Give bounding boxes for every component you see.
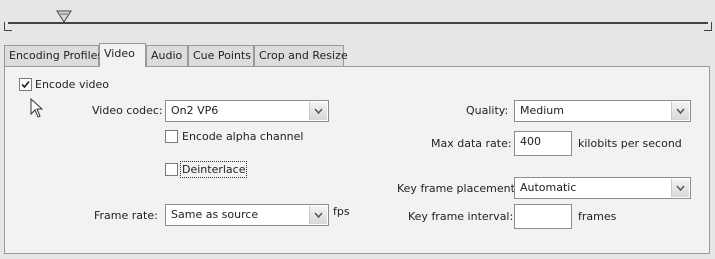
tab-audio[interactable]: Audio	[146, 45, 188, 66]
deinterlace-checkbox[interactable]	[165, 163, 178, 176]
tab-label: Video	[104, 47, 135, 60]
video-codec-dropdown[interactable]: On2 VP6	[165, 100, 329, 122]
key-frame-placement-dropdown[interactable]: Automatic	[514, 177, 691, 199]
quality-label: Quality:	[466, 104, 509, 117]
playhead-triangle-icon[interactable]	[56, 10, 72, 24]
max-data-rate-input[interactable]: 400	[514, 131, 572, 156]
chevron-down-icon[interactable]	[309, 206, 327, 224]
timeline-track	[8, 22, 708, 24]
deinterlace-label: Deinterlace	[179, 161, 248, 178]
tab-cue-points[interactable]: Cue Points	[188, 45, 254, 66]
video-settings-panel	[4, 66, 710, 254]
key-frame-placement-value: Automatic	[520, 181, 577, 194]
frame-rate-label: Frame rate:	[94, 209, 158, 222]
tab-label: Encoding Profiles	[9, 49, 104, 62]
frame-rate-dropdown[interactable]: Same as source	[165, 204, 329, 226]
out-point-marker[interactable]	[704, 22, 712, 31]
tab-label: Audio	[151, 49, 183, 62]
timeline-scrubber[interactable]	[0, 0, 715, 42]
frame-rate-value: Same as source	[171, 208, 259, 221]
tab-video[interactable]: Video	[99, 43, 146, 67]
encode-video-label: Encode video	[35, 78, 109, 91]
checkmark-icon	[21, 80, 30, 89]
tab-crop-and-resize[interactable]: Crop and Resize	[254, 45, 348, 66]
key-frame-interval-input[interactable]	[514, 204, 572, 229]
quality-dropdown[interactable]: Medium	[514, 100, 691, 122]
encode-alpha-label: Encode alpha channel	[182, 130, 304, 143]
chevron-down-icon[interactable]	[671, 102, 689, 120]
mouse-pointer-icon	[30, 97, 44, 121]
fps-unit-label: fps	[333, 205, 350, 218]
kbps-unit-label: kilobits per second	[578, 137, 682, 150]
frames-unit-label: frames	[578, 210, 617, 223]
encode-video-checkbox[interactable]	[19, 78, 32, 91]
in-point-marker[interactable]	[4, 22, 12, 31]
key-frame-placement-label: Key frame placement:	[397, 182, 519, 195]
tab-encoding-profiles[interactable]: Encoding Profiles	[4, 45, 103, 66]
tab-label: Cue Points	[193, 49, 251, 62]
encode-alpha-checkbox[interactable]	[165, 130, 178, 143]
tab-label: Crop and Resize	[259, 49, 348, 62]
max-data-rate-value: 400	[520, 135, 541, 148]
video-codec-label: Video codec:	[92, 104, 163, 117]
video-codec-value: On2 VP6	[171, 104, 219, 117]
key-frame-interval-label: Key frame interval:	[408, 210, 514, 223]
quality-value: Medium	[520, 104, 564, 117]
chevron-down-icon[interactable]	[671, 179, 689, 197]
max-data-rate-label: Max data rate:	[431, 137, 512, 150]
chevron-down-icon[interactable]	[309, 102, 327, 120]
